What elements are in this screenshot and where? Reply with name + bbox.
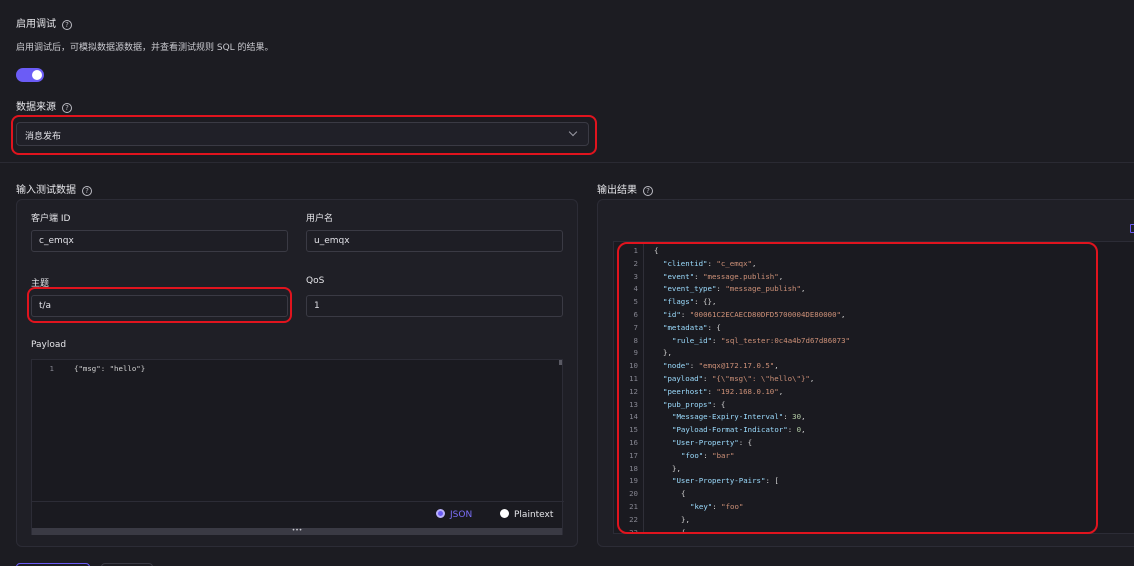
format-option-json[interactable]: JSON [436,509,472,520]
debug-title-text: 启用调试 [16,19,56,30]
line-number: 1 [49,364,54,373]
editor-scrollbar[interactable] [559,360,562,365]
qos-input[interactable]: 1 [306,295,563,317]
payload-line: 1 {"msg": "hello"} [32,364,146,373]
output-title-text: 输出结果 [597,185,637,196]
resize-handle[interactable]: ••• [32,528,562,535]
input-title: 输入测试数据? [16,181,92,196]
highlight-box [27,287,292,323]
qos-label: QoS [306,276,325,286]
debug-title: 启用调试? [16,15,72,30]
help-icon[interactable]: ? [643,186,653,196]
help-icon[interactable]: ? [62,20,72,30]
format-plaintext-label: Plaintext [514,510,554,520]
divider [0,162,1134,163]
copy-icon[interactable] [1130,224,1134,233]
debug-toggle[interactable] [16,68,44,82]
output-title: 输出结果? [597,181,653,196]
toggle-knob [32,70,42,80]
highlight-box [617,242,1098,534]
help-icon[interactable]: ? [62,103,72,113]
resize-glyph: ••• [291,527,303,534]
username-label: 用户名 [306,214,334,224]
radio-plaintext[interactable] [500,509,509,518]
payload-editor[interactable]: 1 {"msg": "hello"} JSON Plaintext ••• [31,359,564,535]
payload-label: Payload [31,340,67,350]
client-id-input[interactable]: c_emqx [31,230,288,252]
data-source-label-text: 数据来源 [16,102,56,113]
editor-footer-divider [32,501,564,502]
username-input[interactable]: u_emqx [306,230,563,252]
format-json-label: JSON [450,510,473,520]
client-id-label: 客户端 ID [31,214,71,224]
radio-json[interactable] [436,509,445,518]
format-option-plaintext[interactable]: Plaintext [500,509,553,520]
help-icon[interactable]: ? [82,186,92,196]
payload-code: {"msg": "hello"} [74,364,146,373]
highlight-box [11,115,597,155]
debug-description: 启用调试后，可模拟数据源数据，并查看测试规则 SQL 的结果。 [16,43,274,53]
data-source-label: 数据来源? [16,98,72,113]
input-title-text: 输入测试数据 [16,185,76,196]
